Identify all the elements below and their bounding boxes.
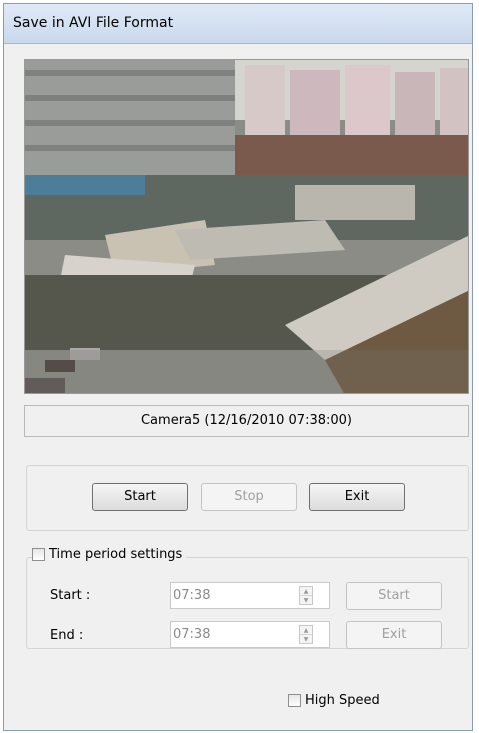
- spin-down-icon[interactable]: ▼: [300, 635, 312, 644]
- end-time-label: End :: [50, 628, 84, 643]
- start-button[interactable]: Start: [92, 483, 188, 511]
- start-time-label: Start :: [50, 588, 91, 603]
- start-time-spinner[interactable]: ▲ ▼: [299, 586, 313, 605]
- high-speed-label: High Speed: [305, 693, 380, 708]
- camera-video-preview: [24, 59, 469, 394]
- high-speed-checkbox-row[interactable]: High Speed: [288, 693, 380, 708]
- camera-caption: Camera5 (12/16/2010 07:38:00): [24, 405, 469, 437]
- end-time-value: 07:38: [173, 627, 211, 642]
- camera-frame-image: [25, 60, 468, 393]
- window-title: Save in AVI File Format: [13, 15, 174, 31]
- stop-button[interactable]: Stop: [201, 483, 297, 511]
- title-bar[interactable]: Save in AVI File Format: [4, 4, 472, 44]
- time-period-label: Time period settings: [49, 547, 183, 562]
- start-time-value: 07:38: [173, 588, 211, 603]
- time-period-checkbox[interactable]: [32, 548, 45, 561]
- save-avi-dialog: Save in AVI File Format Camera5 (12/16/2…: [3, 3, 473, 731]
- start-time-field[interactable]: 07:38 ▲ ▼: [170, 582, 330, 609]
- time-exit-button[interactable]: Exit: [346, 621, 442, 649]
- spin-down-icon[interactable]: ▼: [300, 596, 312, 605]
- time-start-button[interactable]: Start: [346, 582, 442, 610]
- end-time-spinner[interactable]: ▲ ▼: [299, 625, 313, 644]
- end-time-field[interactable]: 07:38 ▲ ▼: [170, 621, 330, 648]
- time-period-checkbox-row[interactable]: Time period settings: [32, 547, 187, 562]
- high-speed-checkbox[interactable]: [288, 694, 301, 707]
- spin-up-icon[interactable]: ▲: [300, 587, 312, 596]
- spin-up-icon[interactable]: ▲: [300, 626, 312, 635]
- exit-button[interactable]: Exit: [309, 483, 405, 511]
